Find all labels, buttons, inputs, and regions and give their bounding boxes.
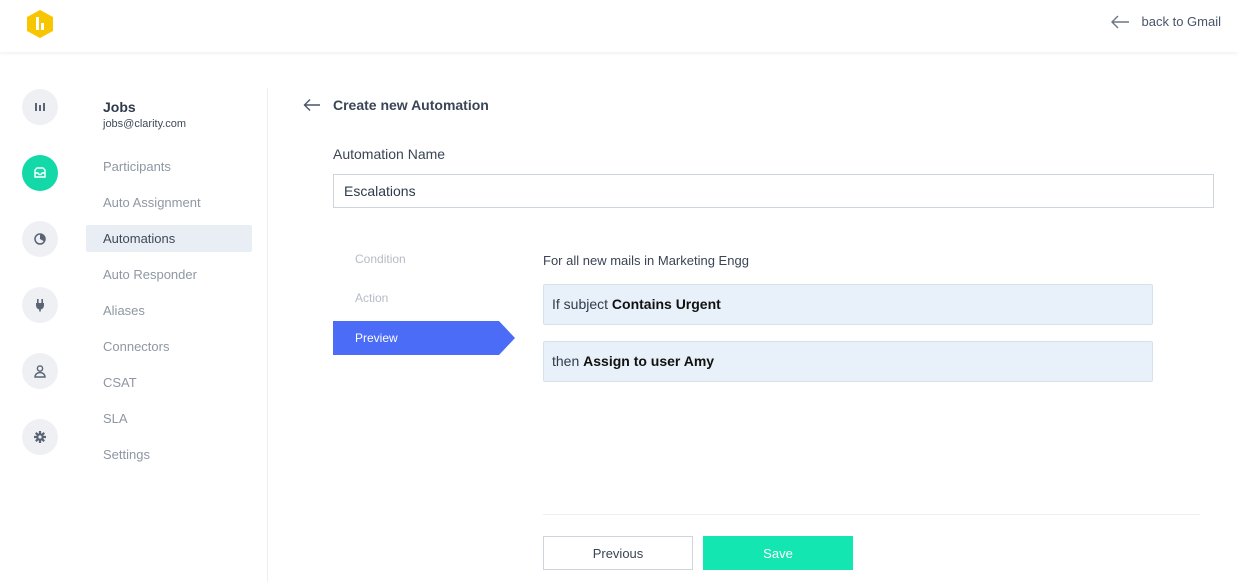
rail-inbox-button[interactable]	[22, 155, 58, 191]
app-logo-icon[interactable]	[26, 9, 54, 39]
icon-rail	[0, 52, 80, 582]
condition-prefix: If subject	[552, 296, 609, 312]
plug-icon	[36, 299, 44, 312]
bar-chart-icon	[35, 103, 45, 111]
action-prefix: then	[552, 353, 580, 369]
subnav-item-settings[interactable]: Settings	[86, 441, 252, 468]
settings-subnav: Jobs jobs@clarity.com Participants Auto …	[86, 52, 267, 582]
gear-icon	[34, 431, 46, 443]
subnav-item-automations[interactable]: Automations	[86, 225, 252, 252]
automation-name-label: Automation Name	[333, 146, 446, 162]
subnav-item-participants[interactable]: Participants	[86, 153, 252, 180]
action-summary-box: then Assign to user Amy	[543, 341, 1153, 382]
rail-integrations-button[interactable]	[22, 287, 58, 323]
previous-button[interactable]: Previous	[543, 536, 693, 570]
step-action[interactable]: Action	[333, 281, 498, 315]
subnav-item-sla[interactable]: SLA	[86, 405, 252, 432]
top-bar: back to Gmail	[0, 0, 1238, 52]
main-content: Create new Automation Automation Name Co…	[268, 52, 1238, 582]
rail-analytics-button[interactable]	[22, 221, 58, 257]
condition-value: Contains Urgent	[611, 296, 721, 312]
footer-divider	[543, 514, 1200, 515]
subnav-item-auto-assignment[interactable]: Auto Assignment	[86, 189, 252, 216]
rail-settings-button[interactable]	[22, 419, 58, 455]
rail-users-button[interactable]	[22, 353, 58, 389]
step-condition[interactable]: Condition	[333, 242, 498, 276]
arrow-left-icon	[1110, 15, 1129, 28]
user-icon	[34, 365, 46, 378]
account-name: Jobs	[103, 99, 136, 115]
pie-chart-icon	[34, 233, 46, 245]
step-preview[interactable]: Preview	[333, 321, 515, 355]
subnav-item-auto-responder[interactable]: Auto Responder	[86, 261, 252, 288]
preview-intro-text: For all new mails in Marketing Engg	[543, 253, 749, 268]
automation-name-input[interactable]	[333, 174, 1214, 208]
action-value: Assign to user Amy	[583, 353, 715, 369]
subnav-item-csat[interactable]: CSAT	[86, 369, 252, 396]
condition-summary-box: If subject Contains Urgent	[543, 284, 1153, 325]
page-title: Create new Automation	[333, 97, 489, 113]
inbox-icon	[34, 167, 46, 178]
back-to-gmail-label: back to Gmail	[1141, 14, 1221, 29]
rail-reports-button[interactable]	[22, 89, 58, 125]
subnav-item-aliases[interactable]: Aliases	[86, 297, 252, 324]
back-arrow-icon[interactable]	[303, 98, 321, 112]
account-email: jobs@clarity.com	[103, 118, 187, 130]
save-button[interactable]: Save	[703, 536, 853, 570]
back-to-gmail-link[interactable]: back to Gmail	[1110, 14, 1221, 29]
subnav-item-connectors[interactable]: Connectors	[86, 333, 252, 360]
